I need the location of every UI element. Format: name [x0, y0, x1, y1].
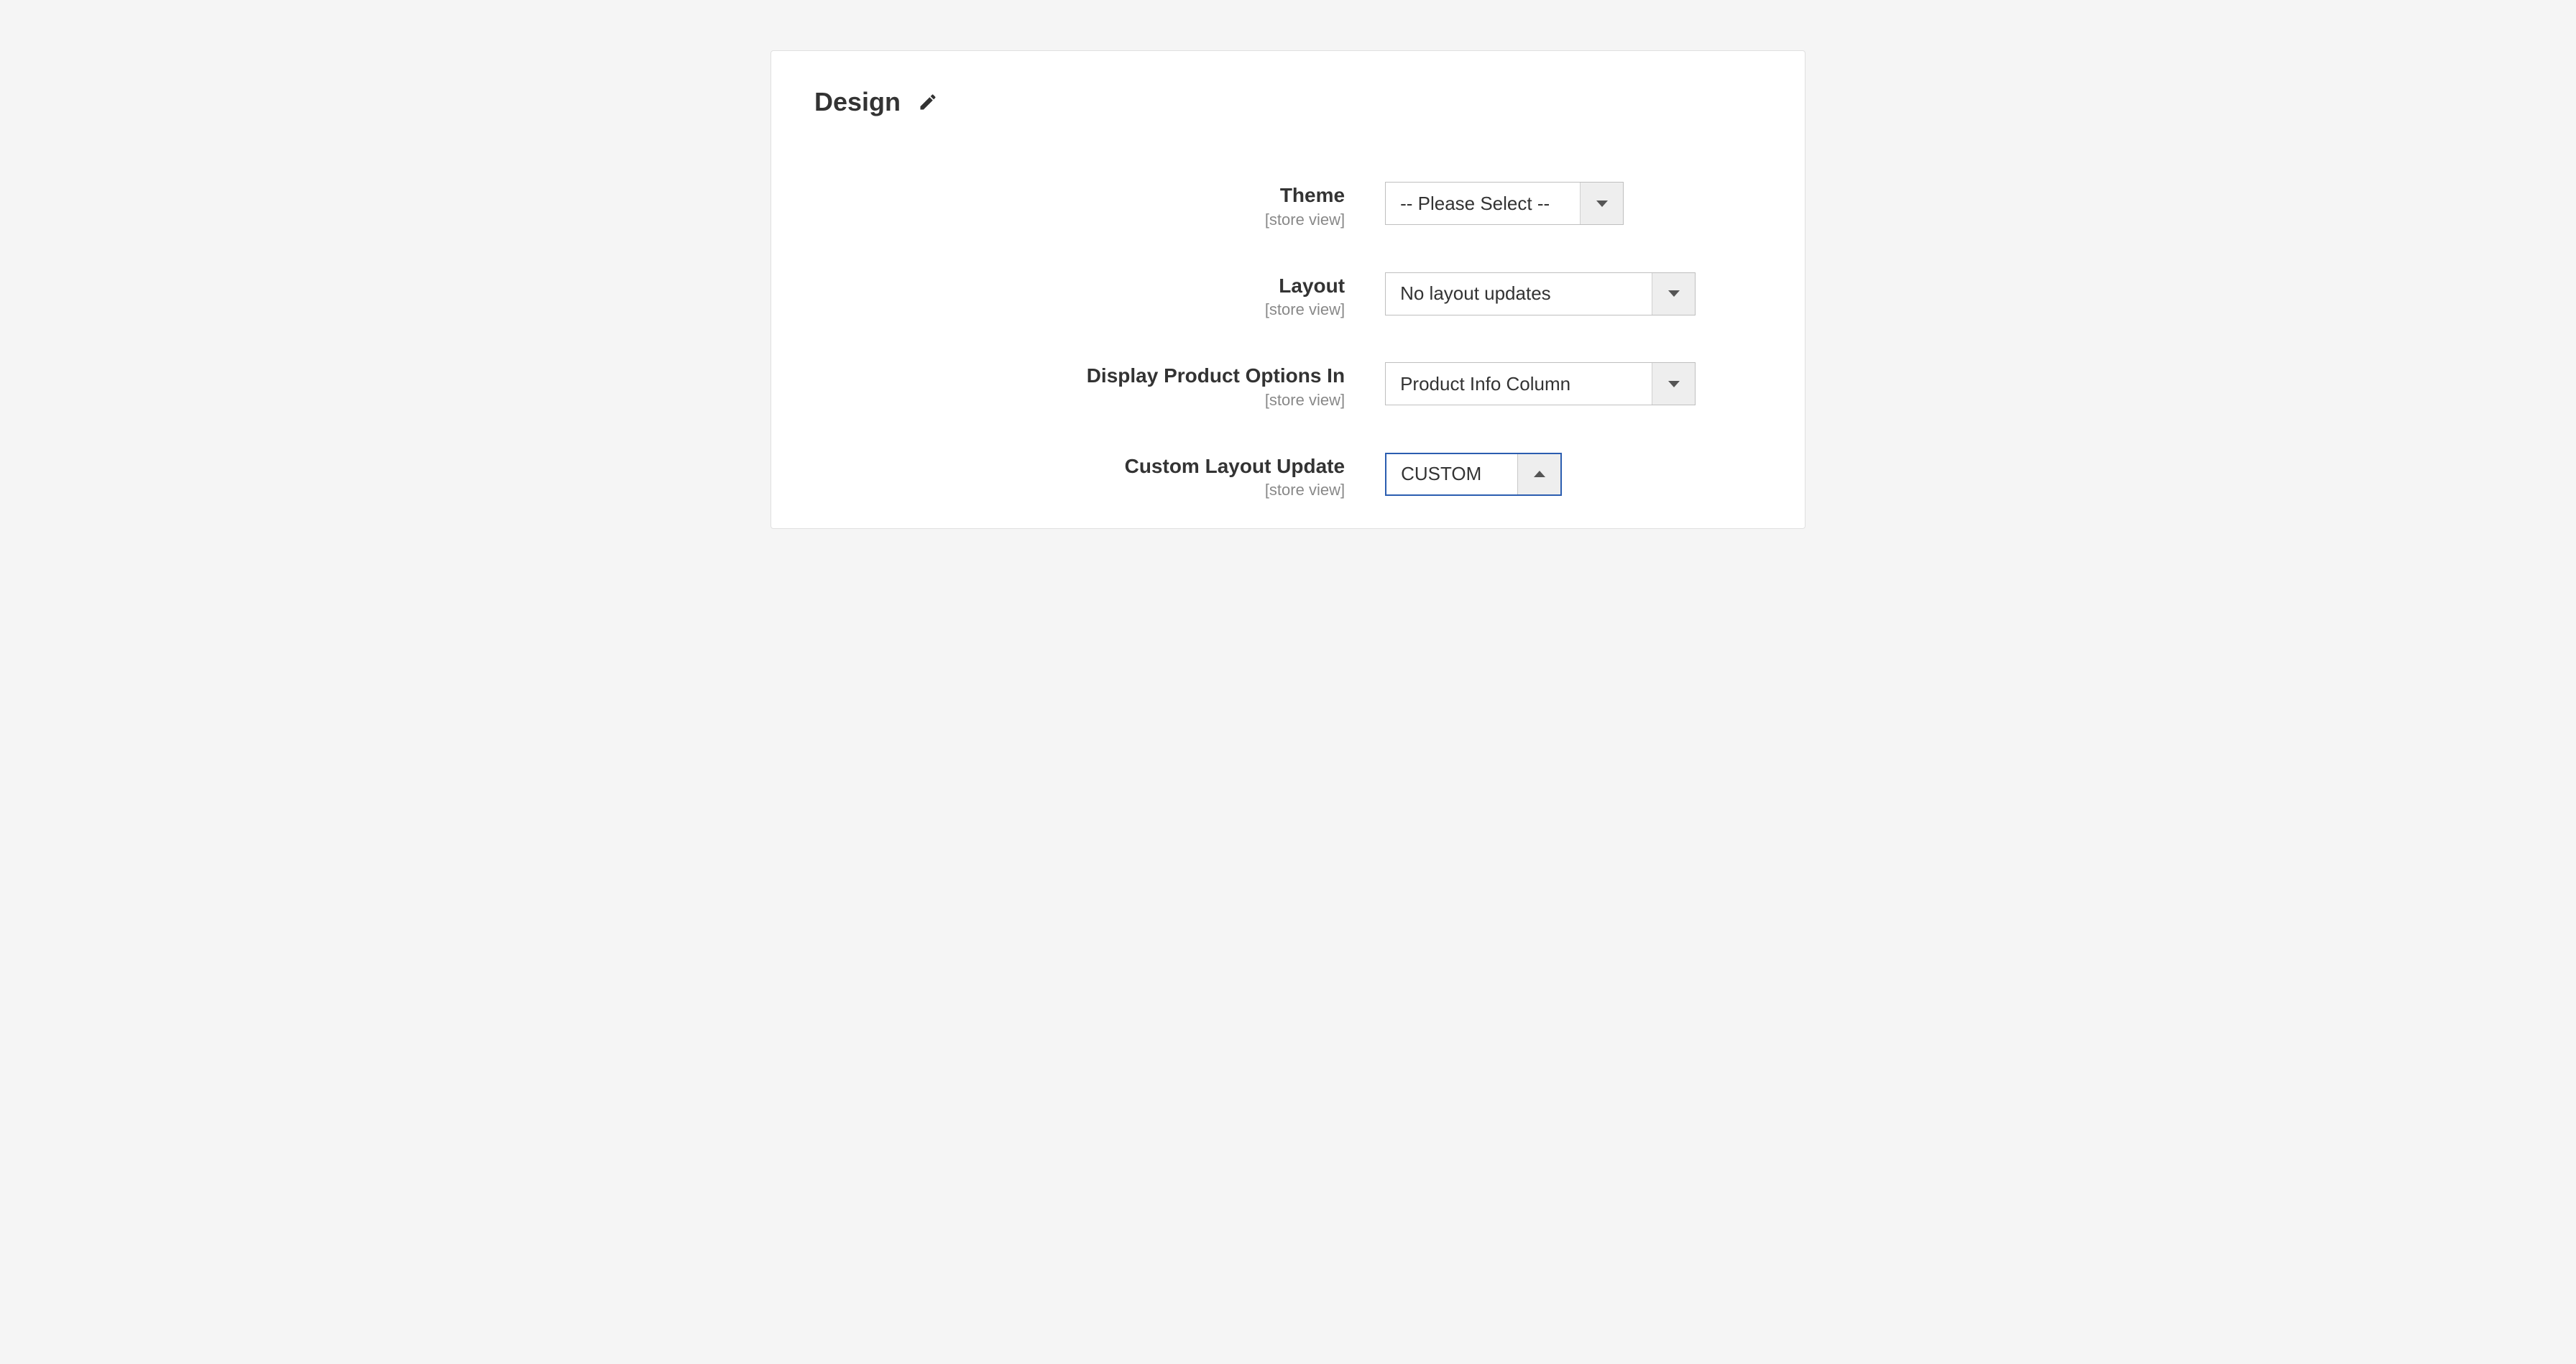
theme-scope: [store view]	[814, 211, 1345, 229]
design-panel: Design Theme [store view] -- Please Sele…	[770, 50, 1806, 529]
panel-header: Design	[814, 87, 1762, 117]
chevron-down-icon	[1580, 183, 1623, 224]
row-layout: Layout [store view] No layout updates	[814, 272, 1762, 320]
custom-layout-update-select-value: CUSTOM	[1386, 454, 1517, 494]
label-col: Display Product Options In [store view]	[814, 362, 1345, 410]
custom-layout-update-label: Custom Layout Update	[814, 454, 1345, 479]
row-display-options: Display Product Options In [store view] …	[814, 362, 1762, 410]
display-options-select[interactable]: Product Info Column	[1385, 362, 1696, 405]
label-col: Custom Layout Update [store view]	[814, 453, 1345, 500]
control-col: Product Info Column	[1385, 362, 1762, 405]
section-title: Design	[814, 87, 901, 117]
custom-layout-update-select[interactable]: CUSTOM	[1385, 453, 1562, 496]
pencil-icon[interactable]	[918, 92, 938, 112]
label-col: Layout [store view]	[814, 272, 1345, 320]
chevron-down-icon	[1652, 273, 1695, 315]
control-col: CUSTOM	[1385, 453, 1762, 496]
layout-scope: [store view]	[814, 300, 1345, 319]
chevron-down-icon	[1652, 363, 1695, 405]
row-theme: Theme [store view] -- Please Select --	[814, 182, 1762, 229]
row-custom-layout-update: Custom Layout Update [store view] CUSTOM	[814, 453, 1762, 500]
control-col: -- Please Select --	[1385, 182, 1762, 225]
form-rows: Theme [store view] -- Please Select -- L…	[814, 182, 1762, 499]
display-options-scope: [store view]	[814, 391, 1345, 410]
chevron-up-icon	[1517, 454, 1560, 494]
custom-layout-update-scope: [store view]	[814, 481, 1345, 499]
layout-select-value: No layout updates	[1386, 273, 1652, 315]
label-col: Theme [store view]	[814, 182, 1345, 229]
layout-label: Layout	[814, 274, 1345, 298]
layout-select[interactable]: No layout updates	[1385, 272, 1696, 315]
display-options-label: Display Product Options In	[814, 364, 1345, 388]
theme-label: Theme	[814, 183, 1345, 208]
theme-select[interactable]: -- Please Select --	[1385, 182, 1624, 225]
control-col: No layout updates	[1385, 272, 1762, 315]
theme-select-value: -- Please Select --	[1386, 183, 1580, 224]
display-options-select-value: Product Info Column	[1386, 363, 1652, 405]
